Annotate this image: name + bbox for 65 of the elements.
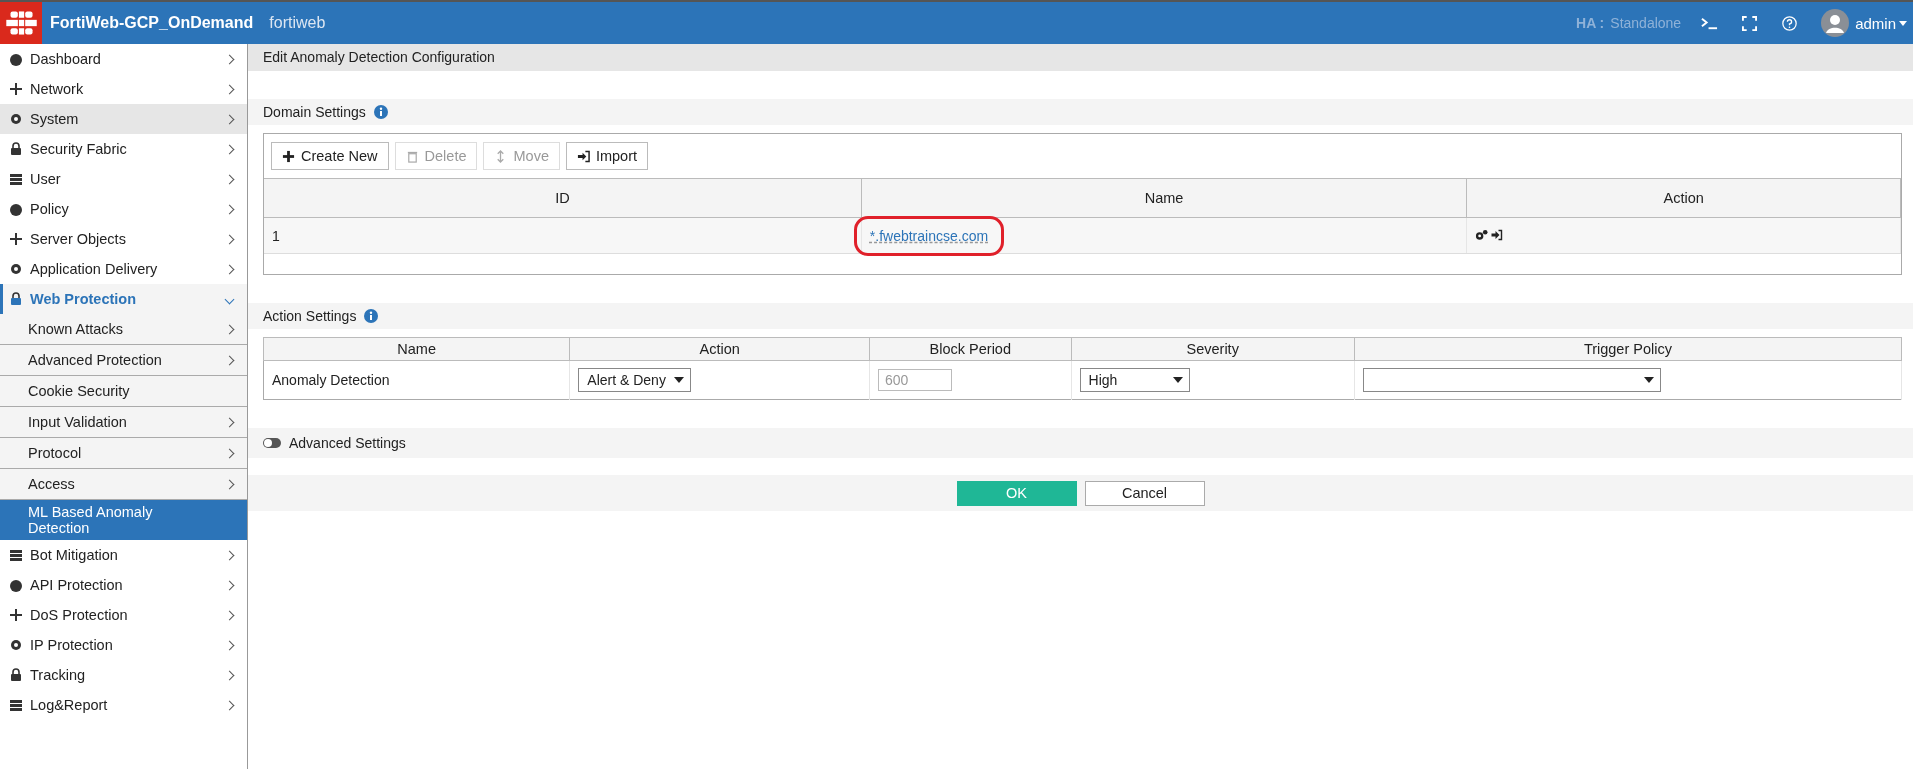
sidebar-item[interactable]: Tracking <box>0 660 247 690</box>
sidebar-subitem[interactable]: ML Based Anomaly Detection <box>0 500 247 540</box>
table-cell: 1 <box>264 217 862 254</box>
column-header: Action <box>1466 178 1901 218</box>
section-title: Action Settings <box>263 308 357 324</box>
sidebar-item[interactable]: Server Objects <box>0 224 247 254</box>
app-title: FortiWeb-GCP_OnDemand <box>50 14 254 32</box>
sidebar-subitem[interactable]: Known Attacks <box>0 314 247 345</box>
column-header: Action <box>569 337 870 361</box>
action-select[interactable]: Alert & Deny <box>578 368 691 392</box>
sidebar-item[interactable]: IP Protection <box>0 630 247 660</box>
ha-label: HA : <box>1576 15 1605 31</box>
column-header: Name <box>861 178 1467 218</box>
trigger-policy-select[interactable] <box>1362 368 1661 392</box>
column-header: ID <box>264 178 862 218</box>
section-title: Advanced Settings <box>289 435 406 451</box>
sidebar-item[interactable]: DoS Protection <box>0 600 247 630</box>
sidebar-item[interactable]: Application Delivery <box>0 254 247 284</box>
sidebar-item[interactable]: System <box>0 104 247 134</box>
sidebar-item[interactable]: Network <box>0 74 247 104</box>
sidebar-subitem[interactable]: Cookie Security <box>0 376 247 407</box>
sidebar-item[interactable]: Web Protection <box>0 284 247 314</box>
info-icon[interactable] <box>373 105 388 119</box>
sidebar-item[interactable]: Log&Report <box>0 690 247 720</box>
import-icon <box>576 149 590 163</box>
user-menu[interactable]: admin <box>1855 14 1913 32</box>
column-header: Name <box>263 337 570 361</box>
avatar-icon[interactable] <box>1821 9 1850 37</box>
sidebar-item[interactable]: Security Fabric <box>0 134 247 164</box>
toggle-switch[interactable] <box>263 438 281 448</box>
section-title: Domain Settings <box>263 104 366 120</box>
sidebar-item[interactable]: Bot Mitigation <box>0 540 247 570</box>
terminal-icon[interactable] <box>1701 15 1719 31</box>
column-header: Severity <box>1071 337 1355 361</box>
trash-icon <box>405 149 419 163</box>
ha-status: Standalone <box>1610 15 1682 31</box>
caret-icon <box>1899 20 1907 26</box>
sidebar-subitem[interactable]: Advanced Protection <box>0 345 247 376</box>
sidebar-subitem[interactable]: Protocol <box>0 438 247 469</box>
sidebar-subitem[interactable]: Input Validation <box>0 407 247 438</box>
severity-select[interactable]: High <box>1079 368 1190 392</box>
exit-arrow-icon[interactable] <box>1490 228 1504 241</box>
cancel-button[interactable]: Cancel <box>1084 480 1205 506</box>
sidebar-subitem[interactable]: Access <box>0 469 247 500</box>
table-cell: Anomaly Detection <box>263 360 570 400</box>
toolbar-button[interactable]: Import <box>565 142 649 170</box>
lock-icon <box>9 292 23 306</box>
sidebar-item[interactable]: API Protection <box>0 570 247 600</box>
sidebar-item[interactable]: Policy <box>0 194 247 224</box>
column-header: Trigger Policy <box>1354 337 1902 361</box>
fullscreen-icon[interactable] <box>1741 15 1759 31</box>
sidebar-item[interactable]: User <box>0 164 247 194</box>
page-title: Edit Anomaly Detection Configuration <box>248 44 1913 71</box>
domain-link[interactable]: *.fwebtraincse.com <box>869 227 989 244</box>
caret-icon <box>673 377 684 383</box>
column-header: Block Period <box>869 337 1071 361</box>
help-icon[interactable] <box>1781 15 1799 31</box>
logo-icon <box>0 2 42 44</box>
hostname: fortiweb <box>269 14 326 32</box>
sidebar-item[interactable]: Dashboard <box>0 44 247 74</box>
caret-icon <box>1643 377 1654 383</box>
plus-icon <box>282 149 295 163</box>
caret-icon <box>1172 377 1183 383</box>
toolbar-button[interactable]: Create New <box>271 142 389 170</box>
info-icon[interactable] <box>364 309 379 323</box>
